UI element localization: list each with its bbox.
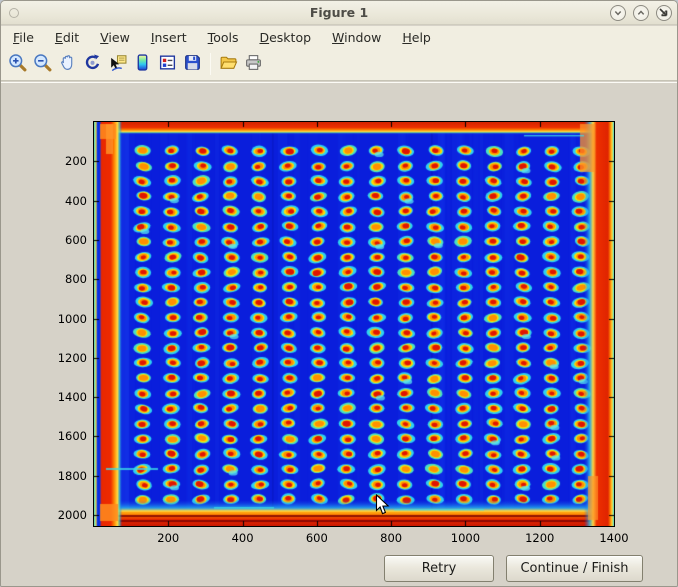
figure-toolbar: [1, 48, 677, 81]
open-file-icon: [219, 53, 238, 75]
insert-legend-button[interactable]: [156, 52, 180, 76]
menu-item-help[interactable]: Help: [402, 30, 431, 45]
rotate-3d-button[interactable]: [81, 52, 105, 76]
toolbar-separator: [210, 53, 211, 75]
print-figure-icon: [244, 53, 263, 75]
x-tick-label: 1400: [589, 531, 639, 545]
rotate-3d-icon: [83, 53, 102, 75]
retry-button[interactable]: Retry: [384, 555, 494, 582]
insert-colorbar-icon: [133, 53, 152, 75]
menu-item-tools[interactable]: Tools: [208, 30, 239, 45]
zoom-out-button[interactable]: [31, 52, 55, 76]
print-figure-button[interactable]: [242, 52, 266, 76]
menu-item-edit[interactable]: Edit: [55, 30, 79, 45]
window-title: Figure 1: [1, 5, 677, 20]
save-figure-button[interactable]: [181, 52, 205, 76]
plot-axes[interactable]: [93, 121, 615, 527]
save-figure-icon: [183, 53, 202, 75]
y-tick-label: 800: [51, 272, 87, 286]
dock-figure-icon[interactable]: [657, 6, 670, 19]
shade-icon: [613, 8, 623, 18]
y-tick-label: 2000: [51, 508, 87, 522]
x-tick-label: 800: [366, 531, 416, 545]
menu-item-desktop[interactable]: Desktop: [259, 30, 311, 45]
x-tick-label: 400: [218, 531, 268, 545]
zoom-out-icon: [33, 53, 52, 75]
menu-item-view[interactable]: View: [100, 30, 130, 45]
figure-window: Figure 1 File Edit View Insert Tools Desktop W…: [0, 0, 678, 587]
insert-colorbar-button[interactable]: [131, 52, 155, 76]
window-shade-button[interactable]: [610, 5, 626, 21]
window-unshade-button[interactable]: [633, 5, 649, 21]
y-tick-label: 1400: [51, 390, 87, 404]
unshade-icon: [636, 8, 646, 18]
pan-button[interactable]: [56, 52, 80, 76]
menu-item-file[interactable]: File: [13, 30, 34, 45]
data-cursor-button[interactable]: [106, 52, 130, 76]
y-tick-label: 1600: [51, 429, 87, 443]
continue-finish-button[interactable]: Continue / Finish: [506, 555, 643, 582]
y-tick-label: 600: [51, 233, 87, 247]
y-tick-label: 200: [51, 154, 87, 168]
x-tick-label: 600: [292, 531, 342, 545]
y-tick-label: 400: [51, 194, 87, 208]
x-tick-label: 1200: [515, 531, 565, 545]
zoom-in-button[interactable]: [6, 52, 30, 76]
open-file-button[interactable]: [217, 52, 241, 76]
figure-canvas: 200 400 600 800 1000 1200 1400 1600 1800 2000 200 4…: [1, 82, 677, 587]
y-tick-label: 1000: [51, 312, 87, 326]
pan-icon: [58, 53, 77, 75]
plate-scan-image[interactable]: [94, 122, 614, 526]
y-tick-label: 1800: [51, 469, 87, 483]
x-tick-label: 200: [143, 531, 193, 545]
menubar: File Edit View Insert Tools Desktop Window Help: [1, 26, 677, 48]
insert-legend-icon: [158, 53, 177, 75]
zoom-in-icon: [8, 53, 27, 75]
titlebar[interactable]: Figure 1: [1, 1, 677, 25]
menu-item-window[interactable]: Window: [332, 30, 381, 45]
x-tick-label: 1000: [440, 531, 490, 545]
y-tick-label: 1200: [51, 351, 87, 365]
data-cursor-icon: [108, 53, 127, 75]
menu-item-insert[interactable]: Insert: [151, 30, 187, 45]
